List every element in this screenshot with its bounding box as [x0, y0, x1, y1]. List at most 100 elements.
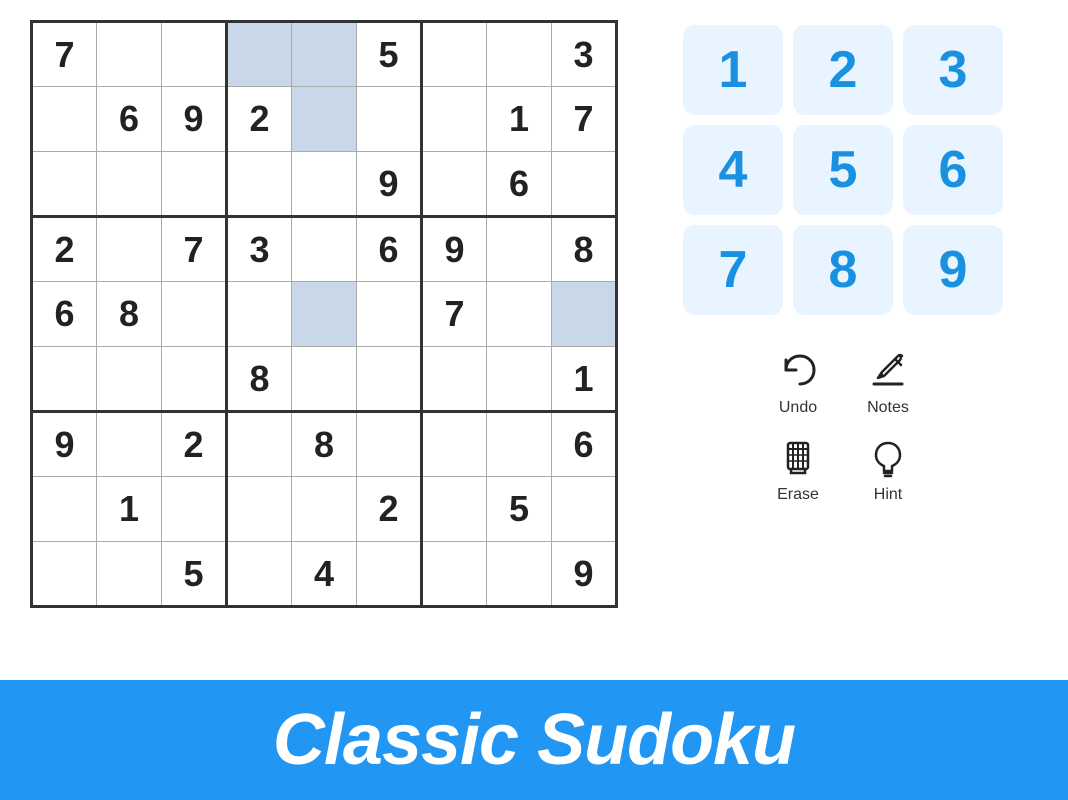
sudoku-cell[interactable]: 8 [292, 412, 357, 477]
numpad-btn-9[interactable]: 9 [903, 225, 1003, 315]
sudoku-cell[interactable]: 6 [32, 282, 97, 347]
sudoku-cell[interactable] [97, 412, 162, 477]
sudoku-cell[interactable]: 6 [357, 217, 422, 282]
sudoku-cell[interactable] [227, 152, 292, 217]
sudoku-cell[interactable] [552, 152, 617, 217]
sudoku-cell[interactable]: 7 [32, 22, 97, 87]
sudoku-cell[interactable] [487, 22, 552, 87]
numpad-btn-3[interactable]: 3 [903, 25, 1003, 115]
sudoku-cell[interactable]: 1 [552, 347, 617, 412]
sudoku-cell[interactable] [227, 477, 292, 542]
sudoku-cell[interactable] [292, 347, 357, 412]
numpad-btn-6[interactable]: 6 [903, 125, 1003, 215]
sudoku-cell[interactable] [162, 152, 227, 217]
sudoku-cell[interactable] [487, 282, 552, 347]
sudoku-cell[interactable] [32, 477, 97, 542]
sudoku-cell[interactable] [292, 217, 357, 282]
sudoku-cell[interactable]: 3 [227, 217, 292, 282]
sudoku-cell[interactable]: 1 [97, 477, 162, 542]
sudoku-cell[interactable] [422, 152, 487, 217]
sudoku-cell[interactable] [32, 152, 97, 217]
undo-button[interactable]: Undo [773, 345, 823, 417]
sudoku-cell[interactable]: 9 [32, 412, 97, 477]
sudoku-cell[interactable]: 4 [292, 542, 357, 607]
sudoku-cell[interactable] [422, 22, 487, 87]
sudoku-cell[interactable] [422, 87, 487, 152]
numpad-btn-1[interactable]: 1 [683, 25, 783, 115]
sudoku-cell[interactable] [227, 542, 292, 607]
sudoku-cell[interactable] [97, 347, 162, 412]
sudoku-cell[interactable] [32, 347, 97, 412]
sudoku-cell[interactable] [422, 412, 487, 477]
hint-label: Hint [874, 486, 902, 504]
sudoku-cell[interactable] [162, 347, 227, 412]
sudoku-cell[interactable] [292, 282, 357, 347]
sudoku-cell[interactable] [32, 542, 97, 607]
sudoku-cell[interactable] [97, 22, 162, 87]
sudoku-cell[interactable]: 8 [97, 282, 162, 347]
sudoku-cell[interactable] [97, 217, 162, 282]
sudoku-cell[interactable] [422, 542, 487, 607]
numpad-btn-4[interactable]: 4 [683, 125, 783, 215]
sudoku-cell[interactable]: 9 [357, 152, 422, 217]
sudoku-cell[interactable] [292, 477, 357, 542]
sudoku-cell[interactable] [422, 347, 487, 412]
sudoku-grid[interactable]: 7536921796273698687819286125549 [30, 20, 618, 608]
sudoku-cell[interactable]: 7 [162, 217, 227, 282]
sudoku-cell[interactable] [487, 217, 552, 282]
sudoku-cell[interactable]: 9 [162, 87, 227, 152]
sudoku-cell[interactable]: 6 [97, 87, 162, 152]
notes-button[interactable]: Notes [863, 345, 913, 417]
sudoku-cell[interactable] [227, 412, 292, 477]
numpad-btn-2[interactable]: 2 [793, 25, 893, 115]
sudoku-cell[interactable]: 5 [487, 477, 552, 542]
sudoku-cell[interactable] [357, 347, 422, 412]
sudoku-cell[interactable] [32, 87, 97, 152]
sudoku-cell[interactable] [227, 282, 292, 347]
sudoku-cell[interactable] [552, 477, 617, 542]
sudoku-cell[interactable] [552, 282, 617, 347]
hint-icon [863, 432, 913, 482]
right-panel: 123 456 789 Undo [648, 20, 1038, 504]
sudoku-cell[interactable] [357, 87, 422, 152]
sudoku-cell[interactable] [292, 22, 357, 87]
sudoku-cell[interactable]: 6 [552, 412, 617, 477]
sudoku-cell[interactable] [162, 282, 227, 347]
sudoku-cell[interactable]: 3 [552, 22, 617, 87]
sudoku-cell[interactable]: 1 [487, 87, 552, 152]
sudoku-cell[interactable] [292, 152, 357, 217]
sudoku-wrapper: 7536921796273698687819286125549 [30, 20, 618, 608]
sudoku-cell[interactable]: 9 [552, 542, 617, 607]
sudoku-cell[interactable]: 7 [422, 282, 487, 347]
sudoku-cell[interactable]: 2 [32, 217, 97, 282]
numpad-btn-5[interactable]: 5 [793, 125, 893, 215]
hint-button[interactable]: Hint [863, 432, 913, 504]
sudoku-cell[interactable] [97, 152, 162, 217]
sudoku-cell[interactable] [227, 22, 292, 87]
sudoku-cell[interactable]: 8 [227, 347, 292, 412]
sudoku-cell[interactable]: 7 [552, 87, 617, 152]
sudoku-cell[interactable] [357, 412, 422, 477]
sudoku-cell[interactable]: 5 [162, 542, 227, 607]
sudoku-cell[interactable]: 9 [422, 217, 487, 282]
sudoku-cell[interactable]: 8 [552, 217, 617, 282]
numpad: 123 456 789 [683, 25, 1003, 315]
sudoku-cell[interactable] [162, 22, 227, 87]
sudoku-cell[interactable]: 2 [162, 412, 227, 477]
erase-button[interactable]: Erase [773, 432, 823, 504]
sudoku-cell[interactable] [487, 412, 552, 477]
numpad-btn-8[interactable]: 8 [793, 225, 893, 315]
sudoku-cell[interactable]: 5 [357, 22, 422, 87]
sudoku-cell[interactable]: 2 [227, 87, 292, 152]
sudoku-cell[interactable] [292, 87, 357, 152]
sudoku-cell[interactable] [357, 282, 422, 347]
sudoku-cell[interactable] [97, 542, 162, 607]
sudoku-cell[interactable]: 2 [357, 477, 422, 542]
sudoku-cell[interactable] [487, 542, 552, 607]
sudoku-cell[interactable] [487, 347, 552, 412]
sudoku-cell[interactable]: 6 [487, 152, 552, 217]
numpad-btn-7[interactable]: 7 [683, 225, 783, 315]
sudoku-cell[interactable] [162, 477, 227, 542]
sudoku-cell[interactable] [422, 477, 487, 542]
sudoku-cell[interactable] [357, 542, 422, 607]
